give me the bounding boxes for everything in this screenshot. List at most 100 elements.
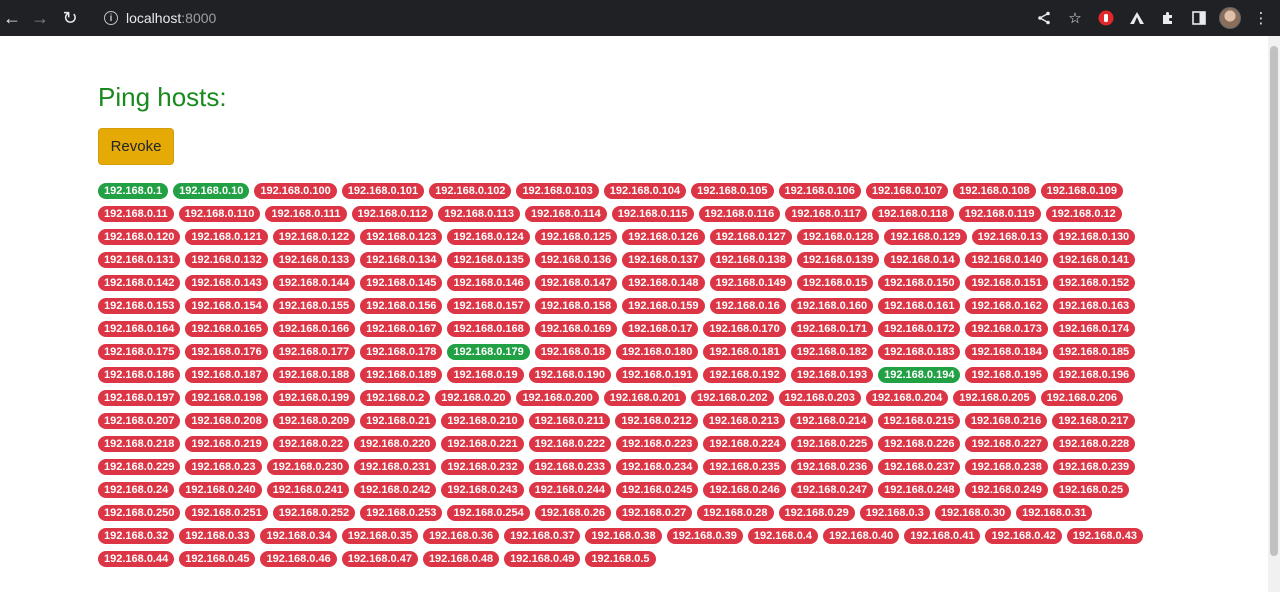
host-badge-down: 192.168.0.241 xyxy=(266,482,349,498)
host-badge-down: 192.168.0.236 xyxy=(790,459,874,475)
host-badge-down: 192.168.0.137 xyxy=(622,252,705,268)
host-badge-down: 192.168.0.249 xyxy=(965,482,1048,498)
host-badge-down: 192.168.0.32 xyxy=(98,528,175,544)
host-badge-down: 192.168.0.26 xyxy=(534,505,612,521)
host-badge-down: 192.168.0.154 xyxy=(185,298,268,314)
host-badge-down: 192.168.0.144 xyxy=(272,275,356,291)
host-badge-down: 192.168.0.213 xyxy=(702,413,786,429)
info-icon[interactable]: i xyxy=(104,11,118,25)
host-badge-up: 192.168.0.10 xyxy=(173,183,250,199)
extensions-puzzle-icon[interactable] xyxy=(1156,6,1180,30)
host-badge-down: 192.168.0.235 xyxy=(703,459,786,475)
host-badge-down: 192.168.0.251 xyxy=(185,505,268,521)
host-badge-down: 192.168.0.16 xyxy=(709,298,786,314)
address-bar[interactable]: i localhost:8000 xyxy=(92,4,1012,32)
host-badge-down: 192.168.0.132 xyxy=(185,252,268,268)
host-badge-down: 192.168.0.168 xyxy=(447,321,530,337)
host-badge-down: 192.168.0.105 xyxy=(691,183,774,199)
host-badge-down: 192.168.0.218 xyxy=(98,436,181,452)
host-badge-down: 192.168.0.23 xyxy=(185,459,262,475)
host-badge-down: 192.168.0.184 xyxy=(965,344,1048,360)
host-badge-down: 192.168.0.146 xyxy=(447,275,530,291)
host-badge-down: 192.168.0.185 xyxy=(1052,344,1136,360)
host-badge-down: 192.168.0.188 xyxy=(272,367,356,383)
host-badge-down: 192.168.0.238 xyxy=(965,459,1048,475)
browser-toolbar: ← → ↻ i localhost:8000 ☆ ⋮ xyxy=(0,0,1280,36)
host-badge-down: 192.168.0.248 xyxy=(878,482,961,498)
side-panel-icon[interactable] xyxy=(1187,6,1211,30)
host-badge-down: 192.168.0.121 xyxy=(185,229,268,245)
host-badge-down: 192.168.0.171 xyxy=(790,321,874,337)
host-badge-down: 192.168.0.107 xyxy=(865,183,949,199)
host-badge-down: 192.168.0.41 xyxy=(904,528,981,544)
profile-avatar[interactable] xyxy=(1218,6,1242,30)
host-badge-down: 192.168.0.250 xyxy=(98,505,181,521)
host-badge-down: 192.168.0.155 xyxy=(272,298,356,314)
host-badge-down: 192.168.0.177 xyxy=(272,344,356,360)
host-badge-down: 192.168.0.24 xyxy=(98,482,175,498)
host-badge-down: 192.168.0.149 xyxy=(709,275,792,291)
reload-icon[interactable]: ↻ xyxy=(58,6,82,30)
host-badge-down: 192.168.0.210 xyxy=(441,413,524,429)
host-badge-down: 192.168.0.123 xyxy=(360,229,443,245)
host-badge-down: 192.168.0.230 xyxy=(266,459,349,475)
host-badge-down: 192.168.0.253 xyxy=(360,505,443,521)
host-badge-down: 192.168.0.159 xyxy=(622,298,705,314)
host-badge-down: 192.168.0.112 xyxy=(351,206,434,222)
host-badge-down: 192.168.0.138 xyxy=(709,252,792,268)
host-badge-down: 192.168.0.198 xyxy=(185,390,268,406)
extension-triangle-icon[interactable] xyxy=(1125,6,1149,30)
host-badge-down: 192.168.0.118 xyxy=(872,206,954,222)
share-icon[interactable] xyxy=(1032,6,1056,30)
host-badge-down: 192.168.0.110 xyxy=(178,206,261,222)
host-badge-down: 192.168.0.33 xyxy=(179,528,256,544)
host-badge-down: 192.168.0.115 xyxy=(611,206,694,222)
back-arrow-icon[interactable]: ← xyxy=(0,6,24,30)
host-badge-down: 192.168.0.2 xyxy=(360,390,431,406)
host-badge-down: 192.168.0.151 xyxy=(965,275,1048,291)
host-badge-down: 192.168.0.178 xyxy=(360,344,443,360)
host-badge-down: 192.168.0.12 xyxy=(1045,206,1122,222)
host-badge-down: 192.168.0.29 xyxy=(778,505,855,521)
host-badge-down: 192.168.0.231 xyxy=(353,459,437,475)
host-badge-down: 192.168.0.215 xyxy=(877,413,960,429)
host-badge-down: 192.168.0.192 xyxy=(703,367,786,383)
bookmark-star-icon[interactable]: ☆ xyxy=(1063,6,1087,30)
host-badge-down: 192.168.0.117 xyxy=(785,206,868,222)
host-badge-down: 192.168.0.190 xyxy=(528,367,612,383)
forward-arrow-icon[interactable]: → xyxy=(28,6,52,30)
host-badge-down: 192.168.0.43 xyxy=(1066,528,1143,544)
host-badge-down: 192.168.0.103 xyxy=(516,183,599,199)
host-badge-down: 192.168.0.161 xyxy=(878,298,961,314)
host-badge-down: 192.168.0.180 xyxy=(616,344,699,360)
host-badge-down: 192.168.0.48 xyxy=(422,551,500,567)
host-badge-down: 192.168.0.175 xyxy=(98,344,181,360)
extension-stop-icon[interactable] xyxy=(1094,6,1118,30)
page-scrollbar[interactable] xyxy=(1268,36,1280,592)
host-badge-down: 192.168.0.220 xyxy=(353,436,437,452)
host-badge-down: 192.168.0.239 xyxy=(1052,459,1136,475)
host-badge-down: 192.168.0.113 xyxy=(438,206,521,222)
host-badge-down: 192.168.0.39 xyxy=(666,528,743,544)
host-badge-down: 192.168.0.126 xyxy=(622,229,705,245)
host-badge-down: 192.168.0.143 xyxy=(185,275,268,291)
host-badge-down: 192.168.0.145 xyxy=(360,275,443,291)
host-badge-down: 192.168.0.152 xyxy=(1052,275,1136,291)
host-badge-down: 192.168.0.163 xyxy=(1052,298,1136,314)
host-badge-down: 192.168.0.42 xyxy=(985,528,1062,544)
host-badge-down: 192.168.0.18 xyxy=(534,344,612,360)
host-badge-down: 192.168.0.128 xyxy=(796,229,880,245)
host-badge-down: 192.168.0.140 xyxy=(965,252,1048,268)
host-badge-down: 192.168.0.204 xyxy=(865,390,949,406)
host-badge-down: 192.168.0.219 xyxy=(185,436,268,452)
scrollbar-thumb[interactable] xyxy=(1270,46,1278,556)
host-badge-down: 192.168.0.167 xyxy=(360,321,443,337)
host-badge-down: 192.168.0.212 xyxy=(615,413,698,429)
host-badge-down: 192.168.0.252 xyxy=(272,505,356,521)
revoke-button[interactable]: Revoke xyxy=(98,128,174,165)
more-menu-icon[interactable]: ⋮ xyxy=(1249,6,1273,30)
avatar xyxy=(1219,7,1241,29)
host-badge-down: 192.168.0.36 xyxy=(422,528,500,544)
host-badge-down: 192.168.0.169 xyxy=(534,321,618,337)
toolbar-actions: ☆ ⋮ xyxy=(1032,6,1280,30)
